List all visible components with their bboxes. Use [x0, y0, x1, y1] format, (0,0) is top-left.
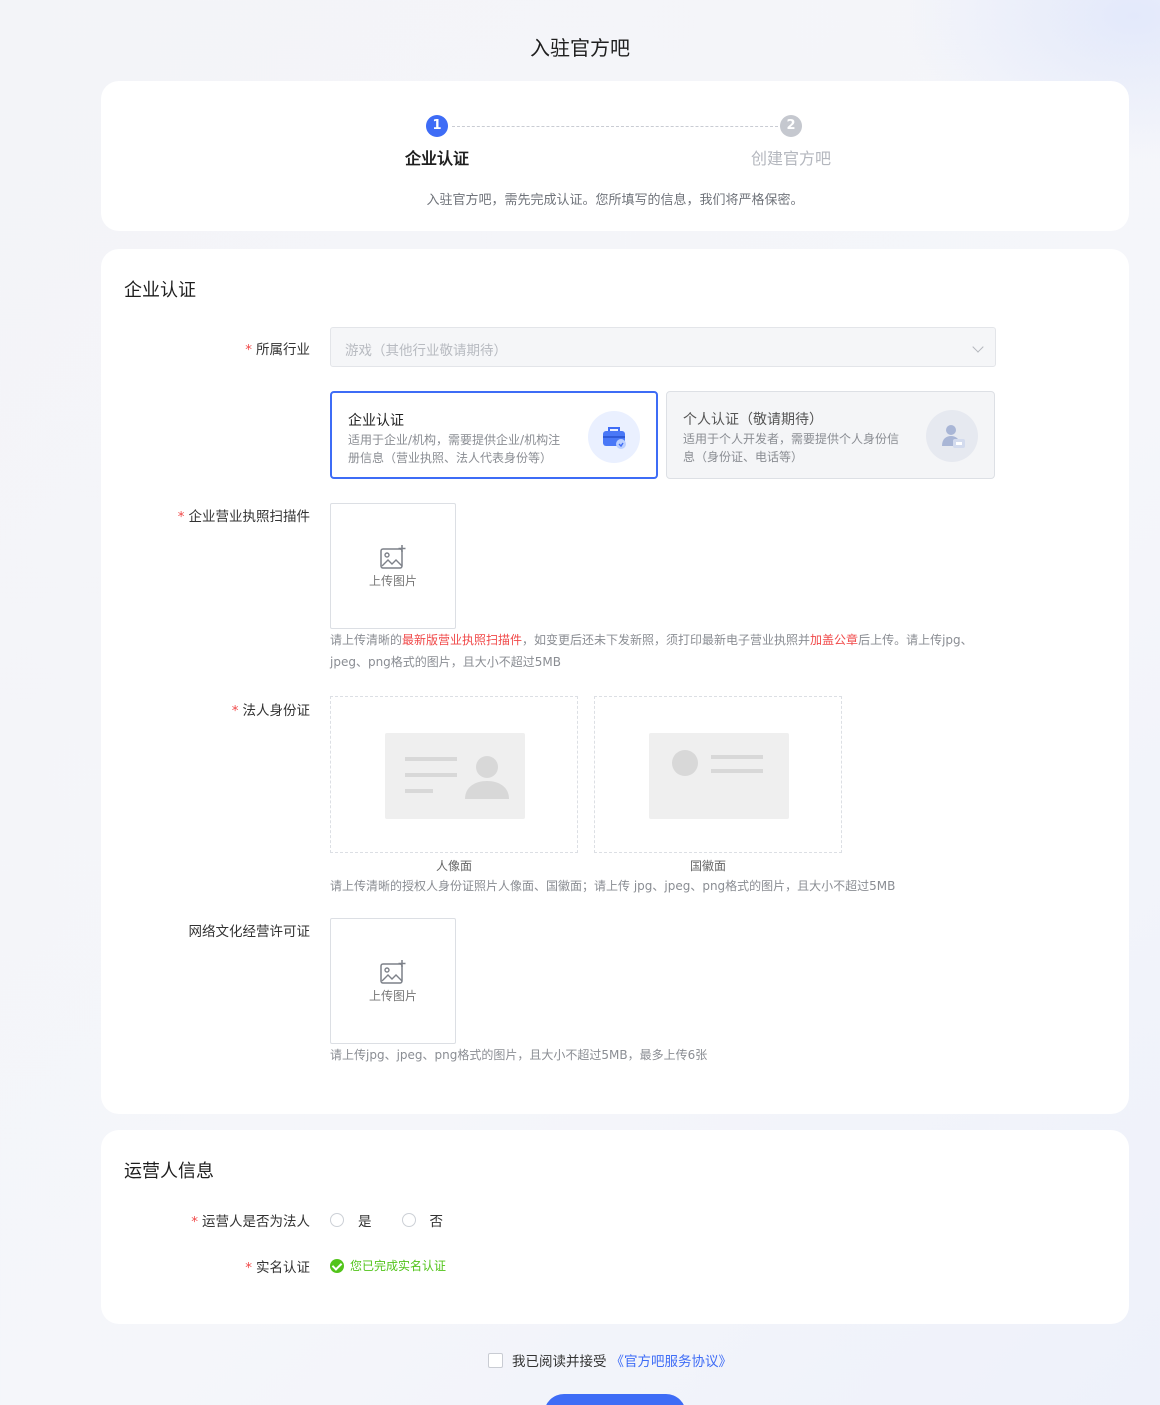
id-card-back-upload[interactable] [594, 696, 842, 853]
auth-type-title: 个人认证（敬请期待） [683, 412, 823, 428]
agreement-checkbox[interactable] [488, 1352, 503, 1368]
radio-no[interactable] [401, 1213, 416, 1227]
radio-yes[interactable] [330, 1213, 344, 1227]
id-front-caption: 人像面 [435, 859, 472, 873]
chevron-down-icon [972, 341, 984, 353]
id-card-hint: 请上传清晰的授权人身份证照片人像面、国徽面；请上传 jpg、jpeg、png格式… [330, 879, 896, 893]
id-card-label: * 法人身份证 [231, 703, 310, 719]
image-upload-icon [380, 960, 406, 984]
upload-text: 上传图片 [368, 989, 417, 1003]
license-upload[interactable]: 上传图片 [330, 503, 456, 629]
auth-type-enterprise[interactable]: 企业认证 适用于企业/机构，需要提供企业/机构注册信息（营业执照、法人代表身份等… [330, 391, 658, 479]
radio-no-label: 否 [429, 1214, 444, 1230]
steps-description: 入驻官方吧，需先完成认证。您所填写的信息，我们将严格保密。 [426, 193, 804, 208]
license-hint: 请上传清晰的最新版营业执照扫描件，如变更后还未下发新照，须打印最新电子营业执照并… [330, 633, 973, 669]
image-upload-icon [380, 545, 406, 569]
personal-id-icon [926, 410, 978, 462]
step-1-indicator: 1 [426, 115, 448, 137]
section-title-operator: 运营人信息 [124, 1161, 214, 1182]
real-name-label: * 实名认证 [245, 1260, 310, 1276]
auth-type-title: 企业认证 [348, 413, 404, 429]
page-title: 入驻官方吧 [530, 36, 630, 60]
id-card-back-icon [649, 733, 789, 819]
agreement-link[interactable]: 《官方吧服务协议》 [611, 1350, 733, 1370]
radio-yes-label: 是 [358, 1214, 372, 1230]
culture-license-upload[interactable]: 上传图片 [330, 918, 456, 1044]
operator-info-card: 运营人信息 * 运营人是否为法人 是 否 * 实名认证 您已完成实名认证 [101, 1130, 1129, 1324]
id-card-front-upload[interactable] [330, 696, 578, 853]
id-card-front-icon [385, 733, 525, 819]
is-legal-label: * 运营人是否为法人 [191, 1214, 310, 1230]
check-circle-icon [330, 1258, 344, 1273]
industry-select-value: 游戏（其他行业敬请期待） [345, 343, 507, 359]
step-2-indicator: 2 [780, 115, 802, 137]
submit-button[interactable] [544, 1394, 686, 1405]
steps-card: 1 2 企业认证 创建官方吧 入驻官方吧，需先完成认证。您所填写的信息，我们将严… [101, 81, 1129, 231]
required-mark: * [245, 342, 252, 358]
real-name-status: 您已完成实名认证 [330, 1257, 446, 1274]
industry-label: * 所属行业 [245, 342, 310, 358]
step-connector [452, 126, 778, 127]
auth-type-desc: 适用于个人开发者，需要提供个人身份信息（身份证、电话等） [683, 432, 900, 464]
is-legal-radio-group: 是 否 [330, 1210, 473, 1230]
upload-text: 上传图片 [368, 574, 417, 588]
industry-select[interactable]: 游戏（其他行业敬请期待） [330, 327, 996, 367]
auth-type-personal[interactable]: 个人认证（敬请期待） 适用于个人开发者，需要提供个人身份信息（身份证、电话等） [666, 391, 995, 479]
id-back-caption: 国徽面 [689, 859, 726, 873]
agreement-text: 我已阅读并接受 [512, 1354, 607, 1370]
real-name-status-text: 您已完成实名认证 [350, 1259, 447, 1273]
step-2-label: 创建官方吧 [750, 149, 831, 168]
license-label: * 企业营业执照扫描件 [177, 509, 310, 525]
culture-license-hint: 请上传jpg、jpeg、png格式的图片，且大小不超过5MB，最多上传6张 [330, 1048, 708, 1062]
section-title-enterprise: 企业认证 [124, 280, 196, 301]
step-1-label: 企业认证 [404, 149, 469, 168]
culture-license-label: 网络文化经营许可证 [188, 924, 311, 940]
auth-type-desc: 适用于企业/机构，需要提供企业/机构注册信息（营业执照、法人代表身份等） [348, 433, 561, 465]
enterprise-toolbox-icon [588, 411, 640, 463]
agreement-row: 我已阅读并接受 《官方吧服务协议》 [488, 1350, 732, 1370]
enterprise-auth-card: 企业认证 * 所属行业 游戏（其他行业敬请期待） 企业认证 适用于企业/机构，需要… [101, 249, 1129, 1114]
